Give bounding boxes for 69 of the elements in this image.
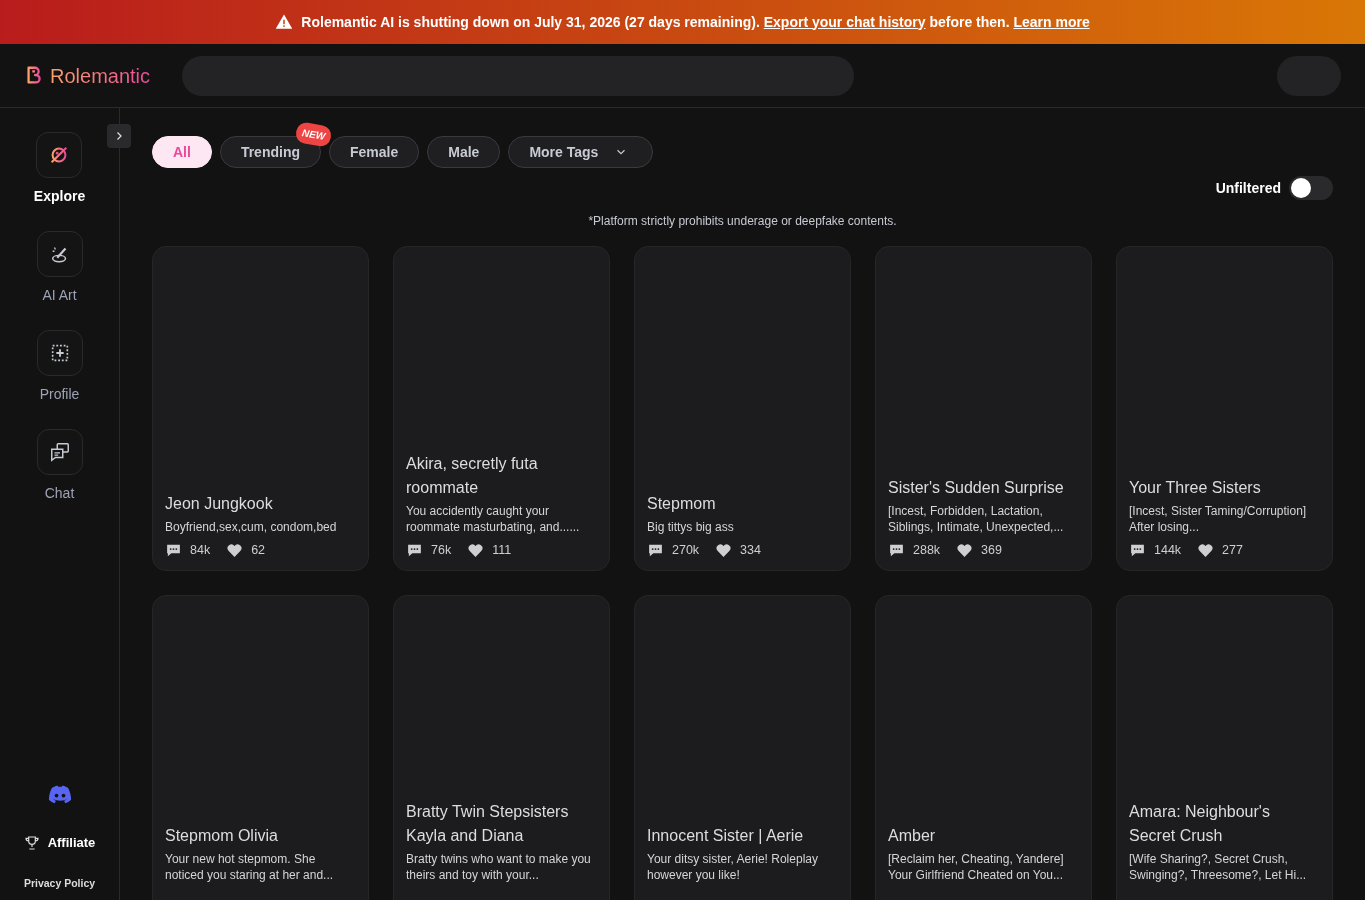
chat-icon xyxy=(48,441,71,463)
card-description: Boyfriend,sex,cum, condom,bed xyxy=(165,519,338,536)
character-card[interactable]: Akira, secretly futa roommate You accidently caught your roommate masturbating, and...... 76k 111 xyxy=(393,246,610,571)
card-description: You accidently caught your roommate masturbating, and...... xyxy=(406,503,581,536)
card-title: Stepmom xyxy=(647,494,717,515)
chat-count: 84k xyxy=(190,542,211,560)
card-title: Innocent Sister | Aerie xyxy=(647,826,805,846)
notice-text: *Platform strictly prohibits underage or deepfake contents. xyxy=(587,213,898,230)
card-title: Amara: Neighbour's Secret Crush xyxy=(1129,802,1271,846)
new-badge: NEW xyxy=(294,121,333,148)
like-count: 62 xyxy=(251,542,266,560)
card-description: Big tittys big ass xyxy=(647,519,735,536)
export-link[interactable]: Export your chat history xyxy=(763,13,926,30)
chat-nav-button[interactable] xyxy=(36,429,83,475)
heart-icon xyxy=(956,542,974,560)
profile-nav-button[interactable] xyxy=(36,330,83,376)
character-card[interactable]: Sister's Sudden Surprise [Incest, Forbidden, Lactation, Siblings, Intimate, Unexpected,... 288k 369 xyxy=(875,246,1092,571)
card-description: Bratty twins who want to make you theirs and toy with your... xyxy=(406,851,592,883)
warning-icon xyxy=(275,13,294,31)
toggle-label: Unfiltered xyxy=(1215,178,1281,198)
card-description: [Wife Sharing?, Secret Crush, Swinging?, Threesome?, Let Hi... xyxy=(1129,851,1308,883)
character-card[interactable]: Stepmom Olivia Your new hot stepmom. She noticed you staring at her and... xyxy=(152,595,369,900)
card-title: Jeon Jungkook xyxy=(165,494,274,515)
chat-count: 76k xyxy=(431,542,452,560)
explore-nav-button[interactable] xyxy=(36,132,83,178)
like-count: 334 xyxy=(740,542,761,560)
nav-label[interactable]: Explore xyxy=(33,186,86,207)
card-description: [Reclaim her, Cheating, Yandere] Your Girlfriend Cheated on You... xyxy=(888,851,1065,883)
heart-icon xyxy=(715,542,733,560)
like-count: 277 xyxy=(1222,542,1243,560)
character-card[interactable]: Innocent Sister | Aerie Your ditsy sister, Aerie! Roleplay however you like! xyxy=(634,595,851,900)
character-card[interactable]: Amber [Reclaim her, Cheating, Yandere] Your Girlfriend Cheated on You... xyxy=(875,595,1092,900)
card-title: Stepmom Olivia xyxy=(165,826,279,846)
nav-label[interactable]: AI Art xyxy=(42,285,77,306)
nav-label[interactable]: Chat xyxy=(44,483,75,504)
like-count: 369 xyxy=(981,542,1002,560)
character-card[interactable]: Jeon Jungkook Boyfriend,sex,cum, condom,bed 84k 62 xyxy=(152,246,369,571)
heart-icon xyxy=(1197,542,1215,560)
filter-chip[interactable]: Male xyxy=(427,136,501,168)
privacy-policy-link[interactable]: Privacy Policy xyxy=(23,876,96,892)
chat-count: 270k xyxy=(672,542,700,560)
unfiltered-toggle[interactable] xyxy=(1289,176,1333,200)
trophy-icon xyxy=(23,834,40,851)
chat-count: 288k xyxy=(913,542,941,560)
card-title: Sister's Sudden Surprise xyxy=(888,478,1065,499)
nav-label[interactable]: Profile xyxy=(39,384,80,405)
art-nav-button[interactable] xyxy=(36,231,83,277)
character-card[interactable]: Amara: Neighbour's Secret Crush [Wife Sharing?, Secret Crush, Swinging?, Threesome?, Let Hi... xyxy=(1116,595,1333,900)
like-count: 111 xyxy=(492,542,512,560)
character-card[interactable]: Bratty Twin Stepsisters Kayla and Diana Bratty twins who want to make you theirs and toy with your... xyxy=(393,595,610,900)
card-description: Your ditsy sister, Aerie! Roleplay however you like! xyxy=(647,851,819,883)
card-title: Your Three Sisters xyxy=(1129,478,1262,499)
learn-more-link[interactable]: Learn more xyxy=(1013,13,1090,30)
banner-message: Rolemantic AI is shutting down on July 31, 2026 (27 days remaining). Export your chat history before then. Learn more xyxy=(301,12,1090,32)
chat-count: 144k xyxy=(1154,542,1182,560)
heart-icon xyxy=(226,542,244,560)
expand-button[interactable] xyxy=(107,124,131,148)
card-title: Akira, secretly futa roommate xyxy=(406,454,539,499)
affiliate-link[interactable]: Affiliate xyxy=(47,832,96,853)
card-description: [Incest, Forbidden, Lactation, Siblings, Intimate, Unexpected,... xyxy=(888,503,1065,536)
filter-chip[interactable]: More Tags xyxy=(508,136,654,168)
card-title: Bratty Twin Stepsisters Kayla and Diana xyxy=(406,802,570,846)
card-title: Amber xyxy=(888,826,937,846)
heart-icon xyxy=(467,542,485,560)
card-description: [Incest, Sister Taming/Corruption] After losing... xyxy=(1129,503,1308,536)
card-description: Your new hot stepmom. She noticed you staring at her and... xyxy=(165,851,335,883)
character-card[interactable]: Your Three Sisters [Incest, Sister Taming/Corruption] After losing... 144k 277 xyxy=(1116,246,1333,571)
character-card[interactable]: Stepmom Big tittys big ass 270k 334 xyxy=(634,246,851,571)
filter-chip[interactable]: Female xyxy=(329,136,420,168)
